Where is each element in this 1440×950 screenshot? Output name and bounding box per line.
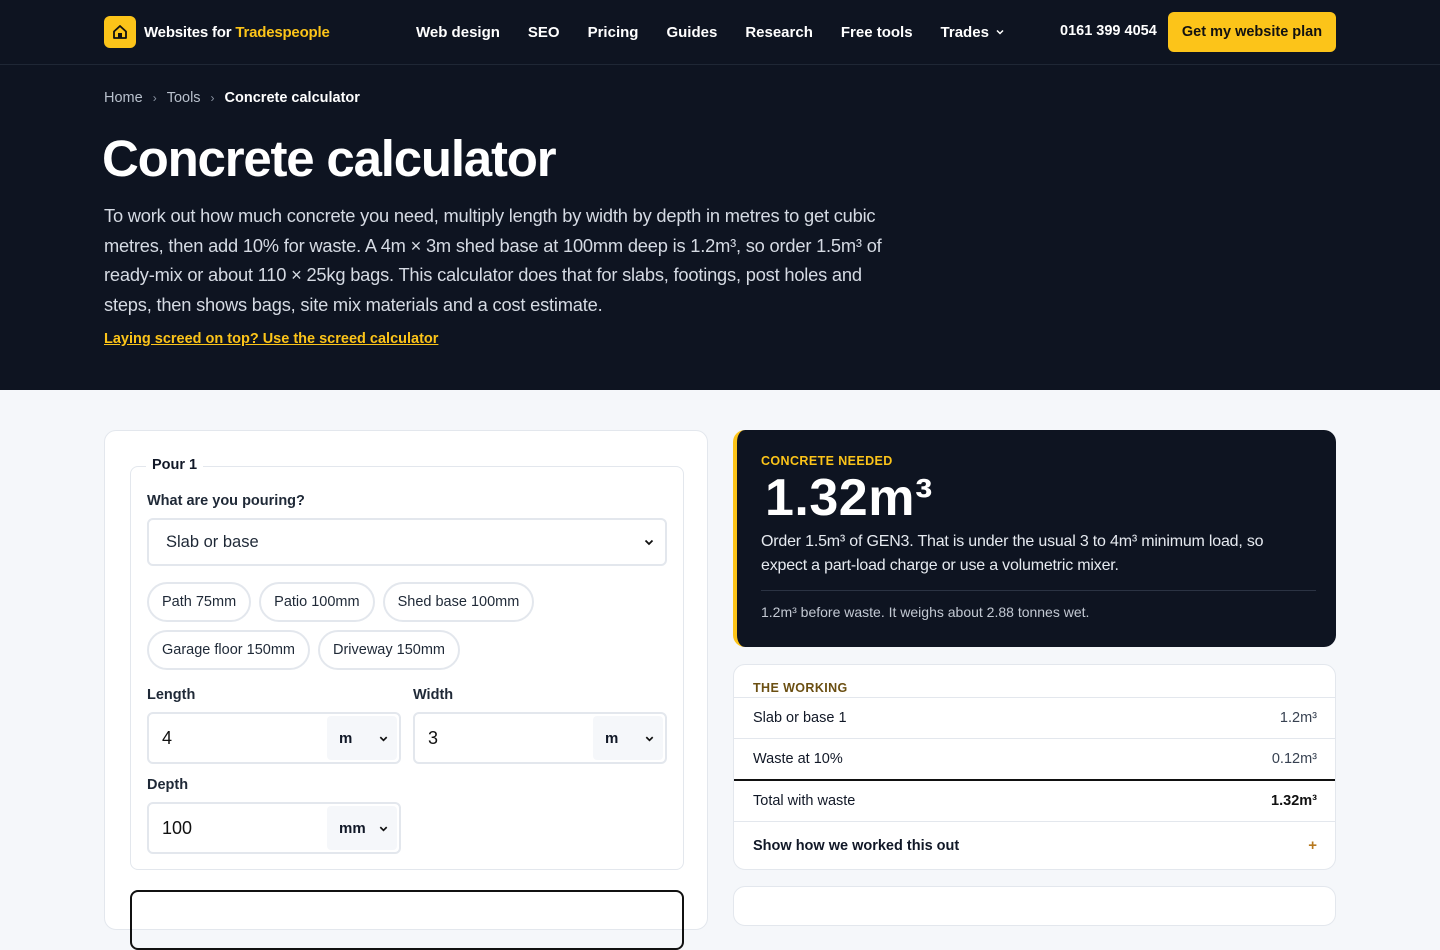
- nav-pricing[interactable]: Pricing: [588, 24, 639, 41]
- get-website-plan-button[interactable]: Get my website plan: [1168, 12, 1336, 52]
- weight-note: 1.2m³ before waste. It weighs about 2.88…: [761, 604, 1090, 620]
- depth-input[interactable]: 100: [149, 818, 327, 839]
- site-header: Websites for Tradespeople Web design SEO…: [0, 0, 1440, 65]
- preset-chips: Path 75mm Patio 100mm Shed base 100mm Ga…: [147, 582, 687, 670]
- chevron-right-icon: ›: [152, 91, 157, 105]
- hero: Home › Tools › Concrete calculator Concr…: [0, 65, 1440, 390]
- pour-group: Pour 1 What are you pouring? Slab or bas…: [130, 457, 687, 870]
- house-icon: [104, 16, 136, 48]
- preset-driveway-150mm[interactable]: Driveway 150mm: [317, 630, 460, 670]
- breadcrumb: Home › Tools › Concrete calculator: [104, 90, 360, 106]
- concrete-volume: 1.32m³: [765, 469, 933, 527]
- chevron-down-icon: [644, 539, 654, 546]
- nav-seo[interactable]: SEO: [528, 24, 560, 41]
- length-label: Length: [147, 687, 196, 703]
- phone-link[interactable]: 0161 399 4054: [1060, 23, 1157, 39]
- depth-unit-select[interactable]: mm: [327, 806, 397, 850]
- calculator-form: Pour 1 What are you pouring? Slab or bas…: [104, 430, 708, 950]
- chevron-down-icon: [996, 29, 1004, 35]
- working-card: THE WORKING Slab or base 1 1.2m³ Waste a…: [733, 664, 1336, 870]
- nav-research[interactable]: Research: [745, 24, 813, 41]
- nav-guides[interactable]: Guides: [666, 24, 717, 41]
- depth-label: Depth: [147, 777, 189, 793]
- working-row-label: Slab or base 1: [753, 710, 847, 726]
- show-working-toggle[interactable]: Show how we worked this out +: [734, 821, 1335, 869]
- length-field: 4 m: [147, 712, 401, 764]
- working-row: Slab or base 1 1.2m³: [734, 697, 1335, 738]
- working-row: Waste at 10% 0.12m³: [734, 738, 1335, 779]
- breadcrumb-current: Concrete calculator: [224, 90, 360, 106]
- working-total-label: Total with waste: [753, 792, 856, 809]
- working-total-value: 1.32m³: [1271, 792, 1317, 809]
- nav-web-design[interactable]: Web design: [416, 24, 500, 41]
- screed-calculator-link[interactable]: Laying screed on top? Use the screed cal…: [104, 331, 438, 347]
- chevron-down-icon: [379, 736, 388, 742]
- add-pour-button[interactable]: [130, 890, 684, 950]
- order-advice: Order 1.5m³ of GEN3. That is under the u…: [761, 533, 1264, 574]
- breadcrumb-home[interactable]: Home: [104, 90, 143, 106]
- plus-icon: +: [1308, 837, 1317, 854]
- length-input[interactable]: 4: [149, 728, 327, 749]
- site-logo[interactable]: Websites for Tradespeople: [104, 16, 330, 48]
- logo-text: Websites for Tradespeople: [144, 23, 330, 41]
- page-title: Concrete calculator: [102, 130, 557, 187]
- pour-legend: Pour 1: [146, 457, 204, 473]
- working-row-label: Waste at 10%: [753, 751, 843, 767]
- depth-unit-value: mm: [339, 819, 366, 837]
- working-row-value: 0.12m³: [1271, 751, 1317, 767]
- width-unit-value: m: [605, 729, 619, 747]
- pouring-select-value: Slab or base: [166, 532, 259, 551]
- preset-garage-floor-150mm[interactable]: Garage floor 150mm: [147, 630, 310, 670]
- next-card: [733, 886, 1336, 926]
- show-working-label: Show how we worked this out: [753, 837, 960, 854]
- width-field: 3 m: [413, 712, 667, 764]
- main-nav: Web design SEO Pricing Guides Research F…: [416, 0, 1005, 64]
- preset-shed-base-100mm[interactable]: Shed base 100mm: [382, 582, 535, 622]
- nav-free-tools[interactable]: Free tools: [841, 24, 913, 41]
- preset-patio-100mm[interactable]: Patio 100mm: [259, 582, 375, 622]
- length-unit-value: m: [339, 729, 353, 747]
- pouring-select[interactable]: Slab or base: [147, 518, 667, 566]
- pouring-label: What are you pouring?: [147, 493, 305, 509]
- width-input[interactable]: 3: [415, 728, 593, 749]
- length-unit-select[interactable]: m: [327, 716, 397, 760]
- result-kicker: CONCRETE NEEDED: [761, 454, 893, 468]
- result-card: CONCRETE NEEDED 1.32m³ Order 1.5m³ of GE…: [733, 430, 1336, 647]
- depth-field: 100 mm: [147, 802, 401, 854]
- nav-trades[interactable]: Trades: [941, 24, 1005, 41]
- intro-text: To work out how much concrete you need, …: [104, 205, 882, 315]
- nav-trades-label: Trades: [940, 23, 989, 41]
- breadcrumb-tools[interactable]: Tools: [167, 90, 201, 106]
- working-kicker: THE WORKING: [753, 681, 848, 695]
- width-unit-select[interactable]: m: [593, 716, 663, 760]
- chevron-down-icon: [379, 826, 388, 832]
- working-total-row: Total with waste 1.32m³: [734, 779, 1335, 820]
- preset-path-75mm[interactable]: Path 75mm: [147, 582, 252, 622]
- chevron-down-icon: [645, 736, 654, 742]
- result-divider: [761, 590, 1316, 591]
- width-label: Width: [413, 687, 454, 703]
- working-row-value: 1.2m³: [1279, 710, 1317, 726]
- chevron-right-icon: ›: [210, 91, 215, 105]
